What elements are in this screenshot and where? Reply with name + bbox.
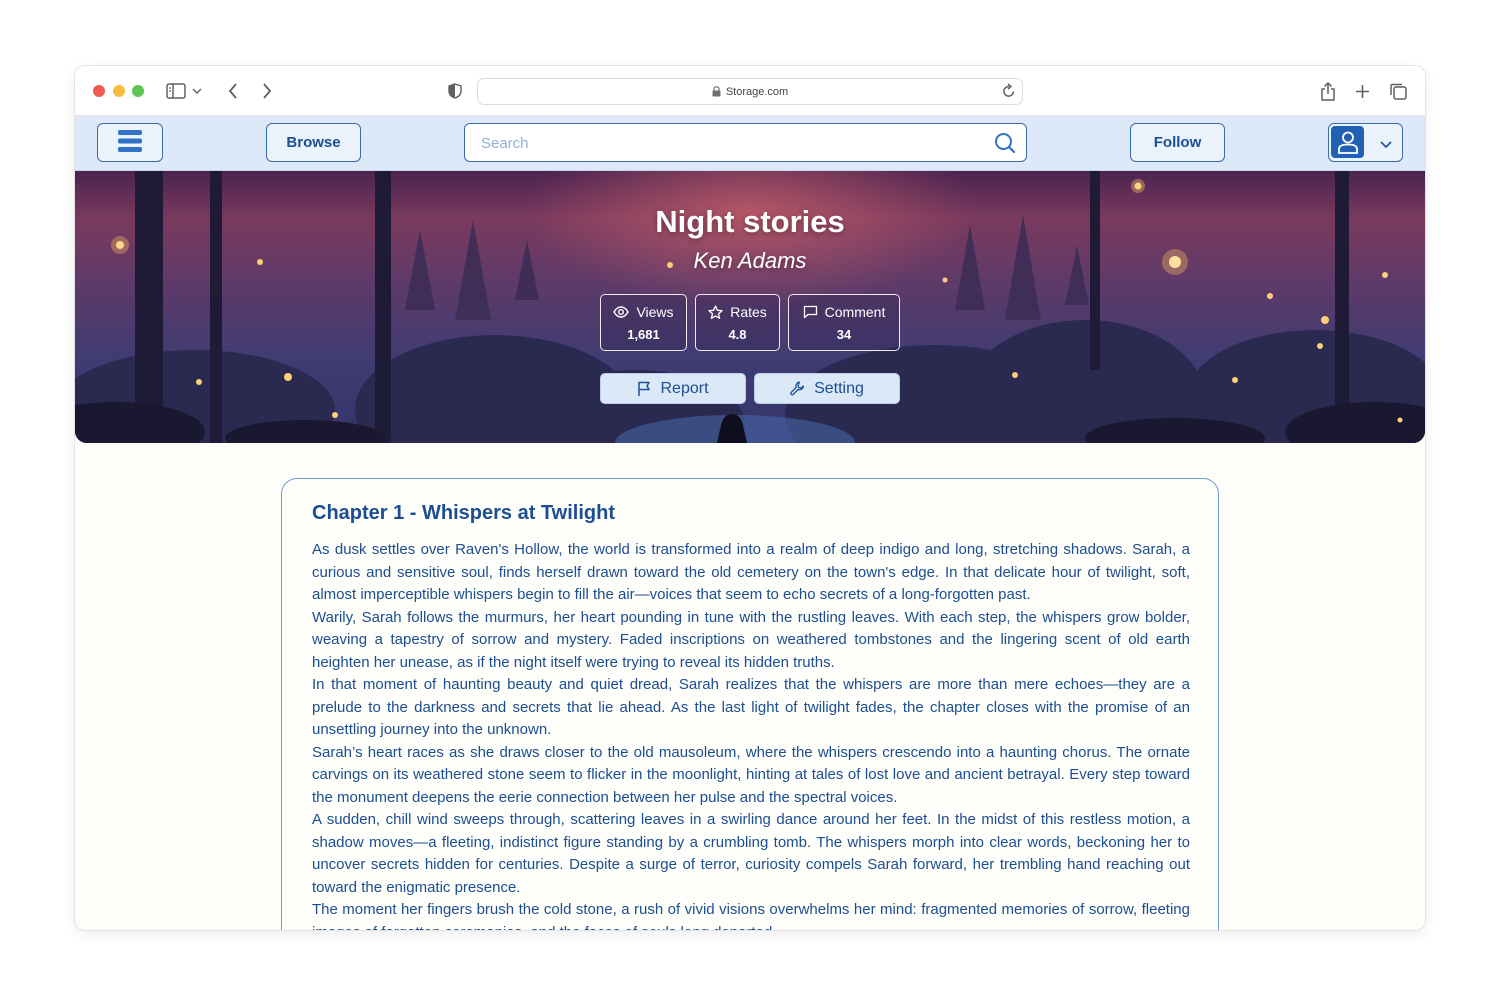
comment-stat[interactable]: Comment 34 [788, 294, 900, 351]
zoom-window-button[interactable] [132, 85, 144, 97]
chapter-text: As dusk settles over Raven's Hollow, the… [312, 539, 1190, 930]
forward-arrow-icon[interactable] [255, 79, 279, 103]
story-title: Night stories [655, 204, 845, 239]
tab-overview-icon[interactable] [1386, 79, 1410, 103]
setting-label: Setting [814, 379, 864, 397]
search-icon[interactable] [994, 132, 1016, 159]
chevron-down-icon [1380, 136, 1392, 154]
new-tab-plus-icon[interactable] [1350, 79, 1374, 103]
reload-icon[interactable] [1002, 83, 1016, 102]
views-count: 1,681 [627, 327, 660, 342]
follow-button[interactable]: Follow [1130, 123, 1225, 162]
comment-count: 34 [836, 327, 852, 342]
lock-icon [712, 86, 721, 97]
privacy-shield-icon[interactable] [443, 79, 467, 103]
app-navbar: Browse Follow [75, 116, 1425, 171]
chapter-paragraph: Warily, Sarah follows the murmurs, her h… [312, 608, 1190, 671]
report-label: Report [660, 379, 709, 397]
back-arrow-icon[interactable] [221, 79, 245, 103]
url-text: Storage.com [725, 85, 789, 98]
user-avatar-icon [1331, 126, 1364, 158]
address-bar[interactable]: Storage.com [477, 78, 1023, 105]
hamburger-menu-icon [117, 128, 143, 158]
views-stat: Views 1,681 [600, 294, 687, 351]
chevron-down-icon[interactable] [190, 79, 204, 103]
menu-button[interactable] [97, 123, 163, 162]
chapter-title: Chapter 1 - Whispers at Twilight [312, 502, 615, 524]
flag-icon [638, 381, 651, 396]
browser-window: Storage.com Browse Follow [75, 66, 1425, 930]
profile-menu-button[interactable] [1328, 123, 1403, 162]
minimize-window-button[interactable] [113, 85, 125, 97]
comment-label: Comment [824, 304, 886, 320]
chapter-paragraph: The moment her fingers brush the cold st… [312, 901, 1190, 930]
views-label: Views [636, 304, 674, 320]
rates-value: 4.8 [728, 327, 747, 342]
wrench-icon [790, 381, 805, 396]
rates-stat[interactable]: Rates 4.8 [695, 294, 780, 351]
share-icon[interactable] [1316, 79, 1340, 103]
rates-label: Rates [730, 304, 767, 320]
chapter-paragraph: In that moment of haunting beauty and qu… [312, 676, 1190, 738]
story-author: Ken Adams [693, 248, 807, 273]
comment-icon [803, 305, 817, 319]
report-button[interactable]: Report [600, 373, 746, 404]
close-window-button[interactable] [93, 85, 105, 97]
eye-icon [613, 306, 630, 318]
setting-button[interactable]: Setting [754, 373, 900, 404]
story-hero-banner: Night stories Ken Adams Views 1,681 Rate… [75, 170, 1425, 443]
chapter-card: Chapter 1 - Whispers at Twilight As dusk… [281, 478, 1219, 930]
browse-button[interactable]: Browse [266, 123, 361, 162]
search-input[interactable] [481, 132, 981, 154]
chapter-paragraph: A sudden, chill wind sweeps through, sca… [312, 811, 1190, 896]
star-icon [708, 304, 723, 319]
sidebar-toggle-icon[interactable] [165, 79, 187, 103]
chapter-paragraph: As dusk settles over Raven's Hollow, the… [312, 541, 1190, 603]
search-bar [464, 123, 1027, 162]
browser-toolbar: Storage.com [75, 66, 1425, 116]
chapter-paragraph: Sarah’s heart races as she draws closer … [312, 743, 1190, 806]
